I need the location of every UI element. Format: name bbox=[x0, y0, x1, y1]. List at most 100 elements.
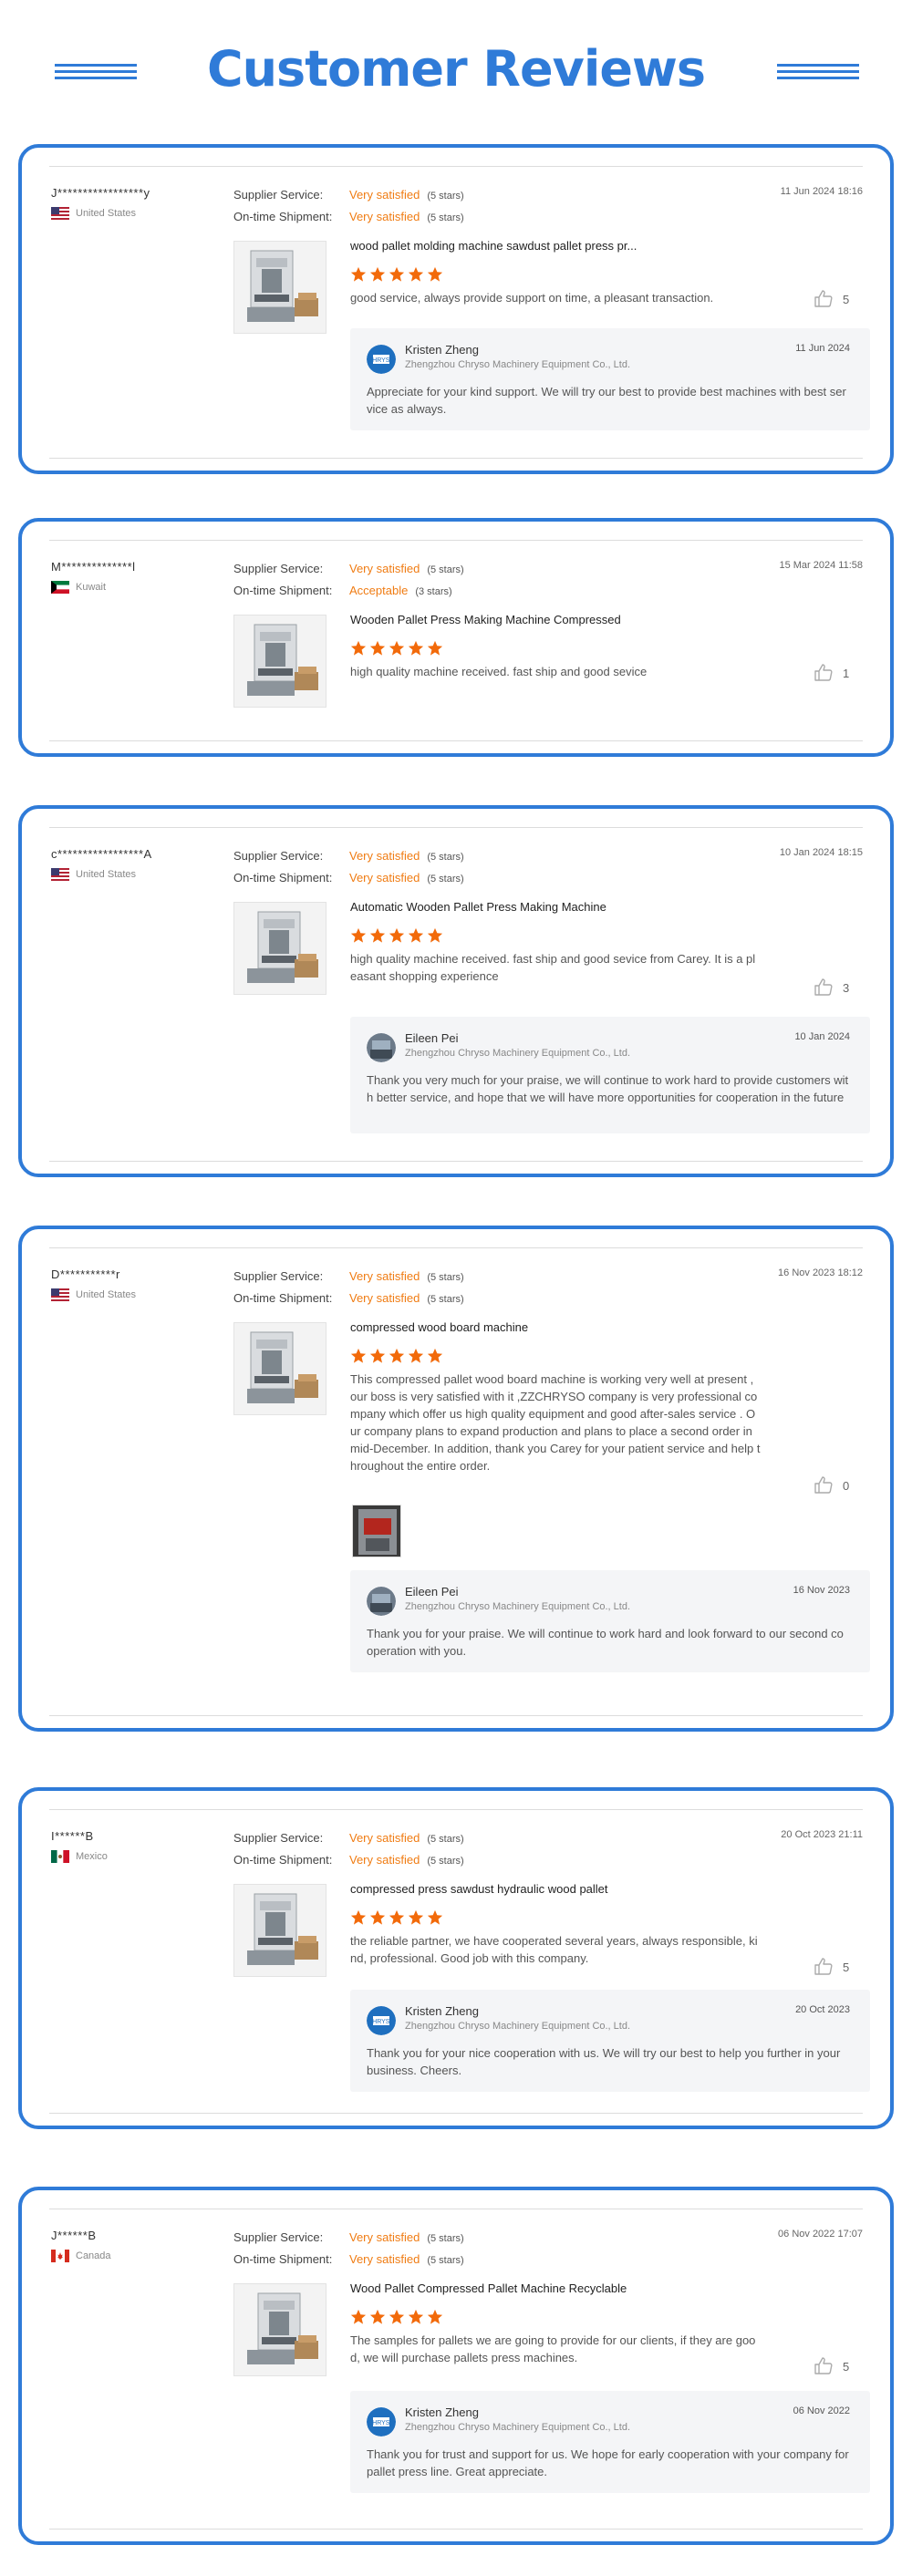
ratings: Supplier Service: Very satisfied (5 stars)… bbox=[233, 2227, 598, 2271]
product-image[interactable] bbox=[233, 615, 326, 708]
product-image[interactable] bbox=[233, 241, 326, 334]
supplier-service-stars: (5 stars) bbox=[427, 1834, 464, 1845]
like-button[interactable]: 5 bbox=[814, 2356, 849, 2377]
reviewer-info: M**************l Kuwait bbox=[51, 560, 233, 594]
divider bbox=[49, 827, 863, 828]
review-date: 16 Nov 2023 18:12 bbox=[778, 1267, 863, 1278]
product-name-link[interactable]: Wooden Pallet Press Making Machine Compr… bbox=[350, 613, 621, 626]
country-name: Kuwait bbox=[76, 582, 107, 593]
supplier-rep-name: Kristen Zheng bbox=[405, 343, 479, 357]
reply-date: 11 Jun 2024 bbox=[795, 343, 850, 354]
supplier-service-value: Very satisfied bbox=[349, 1269, 420, 1283]
on-time-shipment-stars: (5 stars) bbox=[427, 1294, 464, 1305]
product-image[interactable] bbox=[233, 2283, 326, 2376]
supplier-service-value: Very satisfied bbox=[349, 849, 420, 863]
like-button[interactable]: 3 bbox=[814, 978, 849, 998]
product-name-link[interactable]: wood pallet molding machine sawdust pall… bbox=[350, 239, 637, 253]
divider bbox=[49, 1809, 863, 1810]
like-count: 5 bbox=[843, 1960, 850, 1974]
like-count: 5 bbox=[843, 293, 850, 306]
svg-text:CHRYSO: CHRYSO bbox=[368, 357, 395, 364]
ratings: Supplier Service: Very satisfied (5 stars)… bbox=[233, 184, 598, 228]
reply-text: Thank you very much for your praise, we … bbox=[367, 1073, 849, 1104]
star-icon bbox=[427, 927, 443, 944]
supplier-avatar: CHRYSO bbox=[367, 2407, 396, 2436]
supplier-service-stars: (5 stars) bbox=[427, 564, 464, 575]
star-icon bbox=[389, 1348, 405, 1364]
on-time-shipment-value: Very satisfied bbox=[349, 1291, 420, 1305]
review-card: I******B Mexico Supplier Service: Very sati… bbox=[18, 1787, 894, 2129]
reply-date: 20 Oct 2023 bbox=[795, 2004, 850, 2015]
supplier-avatar bbox=[367, 1033, 396, 1062]
reviewer-info: D***********r United States bbox=[51, 1267, 233, 1301]
like-button[interactable]: 5 bbox=[814, 289, 849, 310]
star-icon bbox=[369, 927, 386, 944]
thumbs-up-icon bbox=[814, 2356, 843, 2377]
divider bbox=[49, 1247, 863, 1248]
product-image[interactable] bbox=[233, 1322, 326, 1415]
country-name: Mexico bbox=[76, 1851, 108, 1862]
supplier-company: Zhengzhou Chryso Machinery Equipment Co.… bbox=[405, 2021, 631, 2032]
review-card: D***********r United States Supplier Servi… bbox=[18, 1226, 894, 1732]
supplier-service-stars: (5 stars) bbox=[427, 852, 464, 863]
review-comment: The samples for pallets we are going to … bbox=[350, 2333, 756, 2364]
review-comment: good service, always provide support on … bbox=[350, 291, 714, 305]
reviewer-info: J*****************y United States bbox=[51, 186, 233, 220]
product-name-link[interactable]: compressed press sawdust hydraulic wood … bbox=[350, 1882, 608, 1896]
canada-flag-icon bbox=[51, 2250, 69, 2262]
like-count: 1 bbox=[843, 667, 850, 680]
reviewer-info: I******B Mexico bbox=[51, 1829, 233, 1863]
product-name-link[interactable]: Automatic Wooden Pallet Press Making Mac… bbox=[350, 900, 606, 914]
supplier-service-label: Supplier Service: bbox=[233, 1269, 324, 1283]
product-rating bbox=[350, 927, 446, 946]
product-name-link[interactable]: Wood Pallet Compressed Pallet Machine Re… bbox=[350, 2281, 627, 2295]
review-date: 15 Mar 2024 11:58 bbox=[779, 560, 863, 571]
supplier-service-rating: Supplier Service: Very satisfied (5 stars) bbox=[233, 1266, 598, 1288]
product-rating bbox=[350, 1909, 446, 1928]
like-button[interactable]: 1 bbox=[814, 663, 849, 684]
on-time-shipment-label: On-time Shipment: bbox=[233, 1853, 333, 1867]
reviews-page: Customer Reviews J*****************y Unit… bbox=[0, 0, 912, 2576]
reviewer-country: Mexico bbox=[51, 1850, 233, 1863]
like-button[interactable]: 0 bbox=[814, 1475, 849, 1496]
reviewer-info: J******B Canada bbox=[51, 2229, 233, 2262]
on-time-shipment-stars: (5 stars) bbox=[427, 874, 464, 885]
star-icon bbox=[427, 266, 443, 283]
on-time-shipment-rating: On-time Shipment: Very satisfied (5 stars) bbox=[233, 1849, 598, 1871]
product-image[interactable] bbox=[233, 902, 326, 995]
supplier-service-label: Supplier Service: bbox=[233, 849, 324, 863]
product-name-link[interactable]: compressed wood board machine bbox=[350, 1320, 528, 1334]
product-image[interactable] bbox=[233, 1884, 326, 1977]
supplier-service-rating: Supplier Service: Very satisfied (5 stars) bbox=[233, 1827, 598, 1849]
supplier-company: Zhengzhou Chryso Machinery Equipment Co.… bbox=[405, 1601, 631, 1612]
svg-text:CHRYSO: CHRYSO bbox=[368, 2420, 395, 2426]
divider bbox=[49, 166, 863, 167]
svg-text:CHRYSO: CHRYSO bbox=[368, 2019, 395, 2025]
on-time-shipment-label: On-time Shipment: bbox=[233, 584, 333, 597]
star-icon bbox=[389, 1909, 405, 1926]
supplier-reply: Eileen Pei Zhengzhou Chryso Machinery Equ… bbox=[350, 1017, 870, 1133]
star-icon bbox=[427, 640, 443, 657]
reply-text: Thank you for trust and support for us. … bbox=[367, 2447, 849, 2478]
star-icon bbox=[350, 1348, 367, 1364]
product-rating bbox=[350, 2309, 446, 2327]
on-time-shipment-label: On-time Shipment: bbox=[233, 210, 333, 223]
reviewer-country: Kuwait bbox=[51, 581, 233, 594]
review-card: J*****************y United States Supplier… bbox=[18, 144, 894, 474]
star-icon bbox=[389, 266, 405, 283]
supplier-service-rating: Supplier Service: Very satisfied (5 stars) bbox=[233, 558, 598, 580]
on-time-shipment-value: Very satisfied bbox=[349, 210, 420, 223]
star-icon bbox=[389, 2309, 405, 2325]
like-button[interactable]: 5 bbox=[814, 1957, 849, 1978]
product-rating bbox=[350, 266, 446, 284]
thumbs-up-icon bbox=[814, 1475, 843, 1496]
star-icon bbox=[369, 1348, 386, 1364]
reply-text: Thank you for your nice cooperation with… bbox=[367, 2046, 841, 2077]
supplier-service-label: Supplier Service: bbox=[233, 2230, 324, 2244]
review-photo[interactable] bbox=[352, 1505, 401, 1557]
on-time-shipment-rating: On-time Shipment: Very satisfied (5 stars) bbox=[233, 1288, 598, 1309]
star-icon bbox=[369, 2309, 386, 2325]
header: Customer Reviews bbox=[0, 0, 912, 146]
star-icon bbox=[408, 2309, 424, 2325]
on-time-shipment-value: Acceptable bbox=[349, 584, 409, 597]
